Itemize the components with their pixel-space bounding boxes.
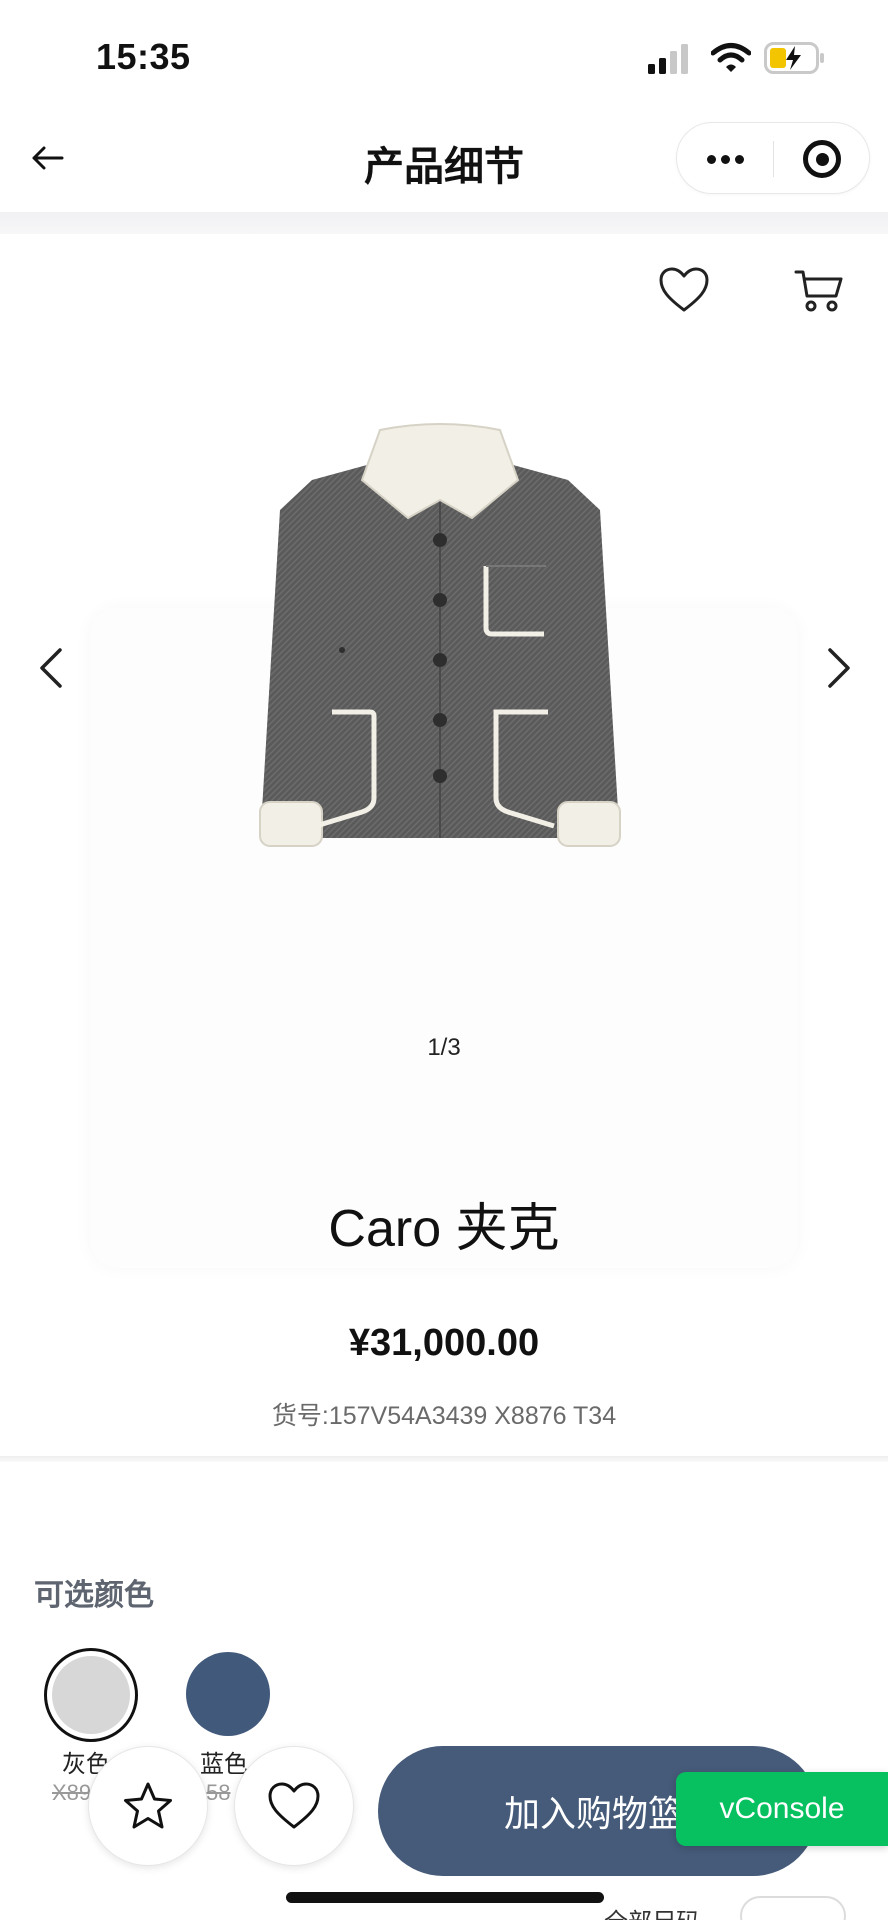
next-image-arrow[interactable] [820, 646, 856, 690]
star-icon [124, 1782, 172, 1829]
vconsole-button[interactable]: vConsole [676, 1772, 888, 1846]
home-indicator [286, 1892, 604, 1903]
target-circle-icon [803, 140, 841, 178]
mini-program-capsule [676, 122, 870, 194]
color-label-blue: 蓝色 [200, 1751, 248, 1778]
image-pager: 1/3 [427, 1034, 461, 1061]
product-sku: 货号:157V54A3439 X8876 T34 [271, 1402, 617, 1430]
color-swatch-gray-fill [52, 1656, 130, 1734]
product-price: ¥31,000.00 [348, 1322, 540, 1364]
favorite-star-button[interactable] [88, 1746, 208, 1866]
jacket-image[interactable] [250, 420, 630, 860]
nav-bar: 产品细节 [0, 112, 888, 210]
struck-price-blue: 58 [206, 1780, 231, 1805]
more-dots-icon [706, 154, 716, 164]
cellular-signal-icon [648, 44, 688, 74]
color-swatch-gray[interactable] [44, 1648, 138, 1742]
color-section-label: 可选颜色 [34, 1579, 154, 1612]
wishlist-button[interactable] [234, 1746, 354, 1866]
section-divider [0, 1456, 888, 1462]
size-toggle[interactable] [740, 1896, 846, 1920]
struck-price-gray: X89 [52, 1780, 92, 1805]
target-circle-icon-dot [815, 152, 829, 166]
previous-image-arrow[interactable] [34, 646, 70, 690]
battery-charging-icon [764, 42, 824, 74]
status-time: 15:35 [96, 36, 191, 77]
status-bar: 15:35 [0, 0, 888, 110]
heart-icon [268, 1782, 320, 1829]
product-name: Caro 夹克 [328, 1200, 560, 1258]
color-swatch-blue[interactable] [186, 1652, 270, 1736]
size-hint-text: 全部尺码 [604, 1902, 700, 1920]
close-mini-program-button[interactable] [774, 123, 870, 195]
nav-divider [0, 212, 888, 234]
heart-icon[interactable] [658, 266, 710, 314]
more-dots-icon-dot [720, 154, 730, 164]
more-dots-icon-dot [734, 154, 744, 164]
shopping-cart-icon[interactable] [794, 266, 844, 314]
more-options-button[interactable] [677, 123, 773, 195]
wifi-icon [711, 43, 751, 72]
